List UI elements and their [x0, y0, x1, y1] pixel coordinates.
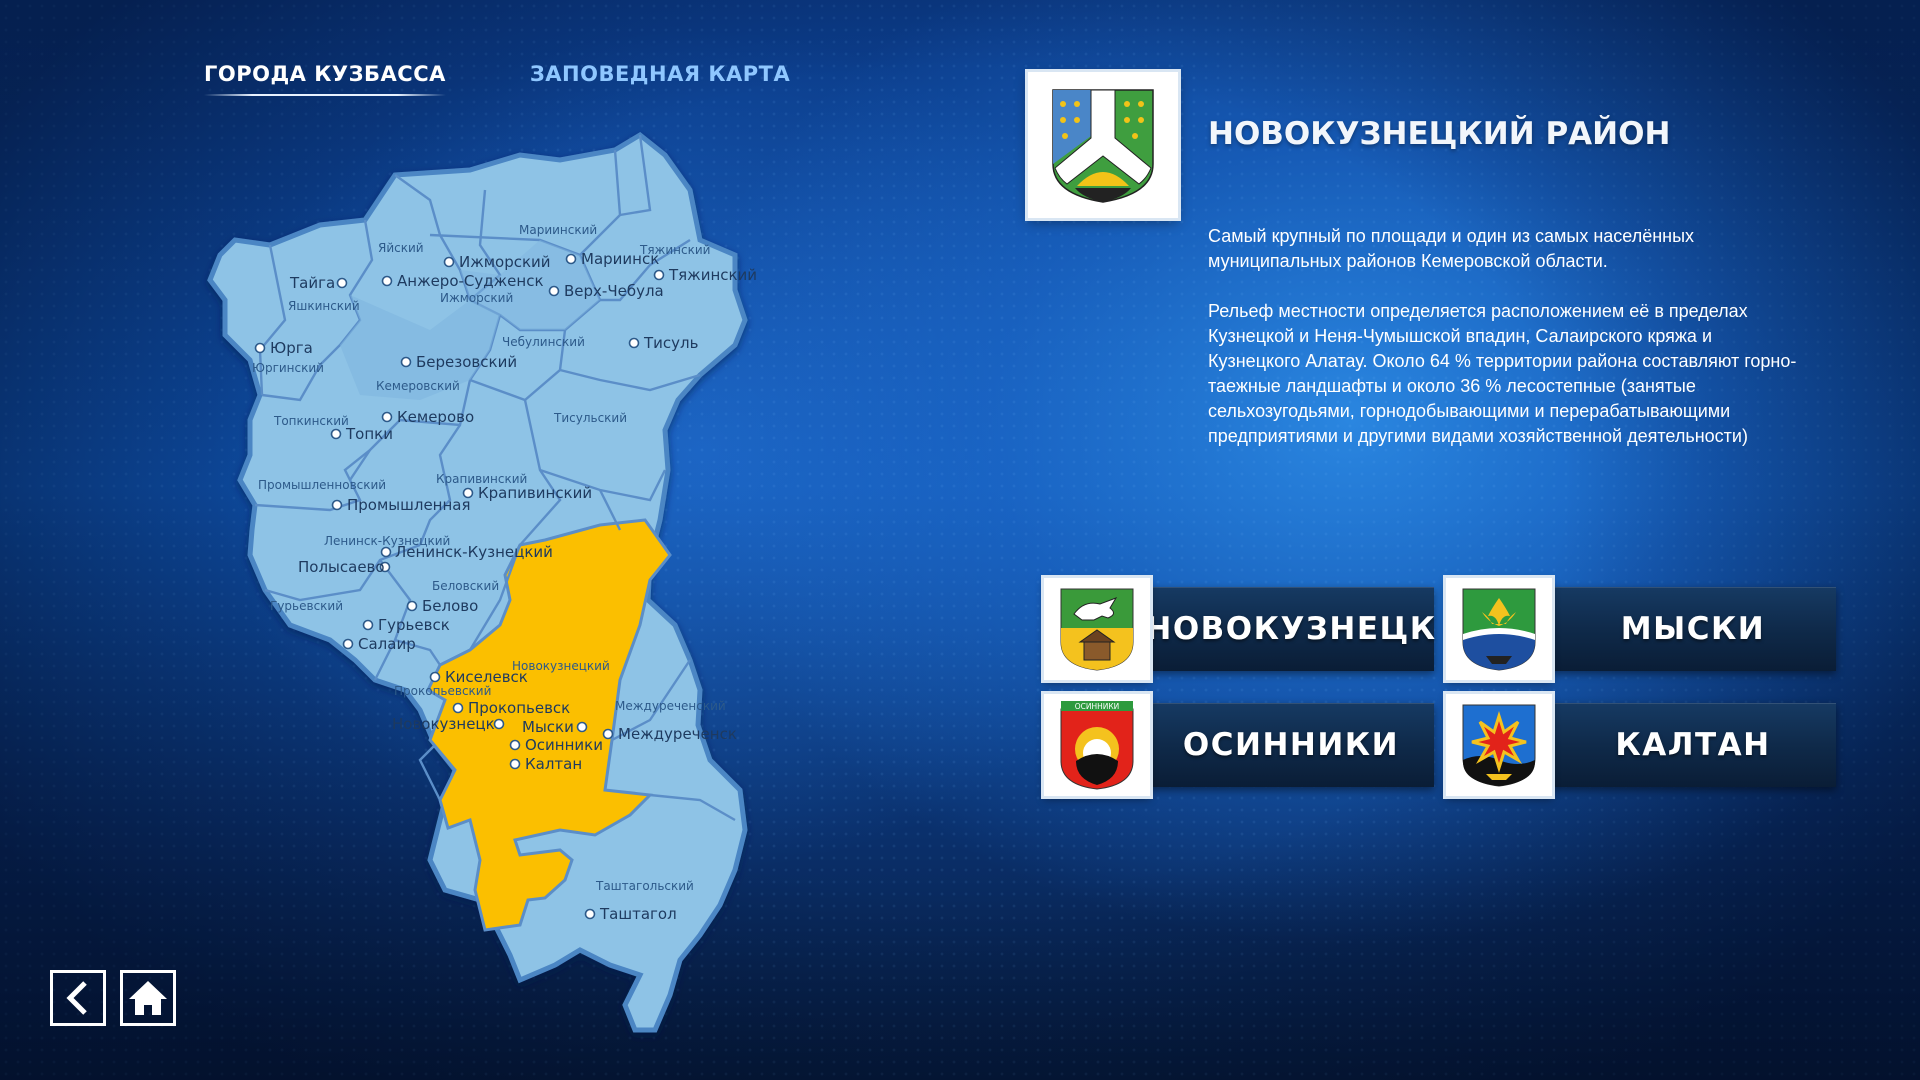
home-button[interactable]	[120, 970, 176, 1026]
city-label-kaltan[interactable]: Калтан	[525, 755, 582, 773]
city-dot-guryevsk[interactable]	[362, 619, 374, 631]
city-dot-kaltan[interactable]	[509, 758, 521, 770]
kuzbass-map: Яйский Мариинский Тяжинский Яшкинский Иж…	[0, 0, 1920, 1080]
district-label-prokopyevsky: Прокопьевский	[394, 684, 491, 698]
city-dot-tashtagol[interactable]	[584, 908, 596, 920]
city-label-promyshlennaya[interactable]: Промышленная	[347, 496, 471, 514]
city-dot-kiselevsk[interactable]	[429, 671, 441, 683]
city-crest	[1446, 578, 1552, 680]
city-dot-osinniki[interactable]	[509, 739, 521, 751]
kaltan-crest-icon	[1462, 704, 1536, 787]
city-dot-verkh-chebula[interactable]	[548, 285, 560, 297]
city-dot-tayga[interactable]	[336, 277, 348, 289]
city-dot-salair[interactable]	[342, 638, 354, 650]
city-label-kemerovo[interactable]: Кемерово	[397, 408, 474, 426]
novokuznetsky-district-crest-icon	[1052, 89, 1154, 203]
city-name: КАЛТАН	[1550, 703, 1836, 787]
city-name: МЫСКИ	[1550, 587, 1836, 671]
city-button-osinniki[interactable]: ОСИННИКИ ОСИННИКИ	[1044, 694, 1434, 796]
city-label-krapivinsky[interactable]: Крапивинский	[478, 484, 592, 502]
district-coat-of-arms	[1028, 72, 1178, 218]
city-dot-mariinsk[interactable]	[565, 253, 577, 265]
city-button-kaltan[interactable]: КАЛТАН	[1446, 694, 1836, 796]
osinniki-crest-icon: ОСИННИКИ	[1060, 701, 1134, 790]
district-label-yaysky: Яйский	[378, 241, 424, 255]
home-icon	[129, 981, 167, 1015]
city-dot-mezhdurechensk[interactable]	[602, 728, 614, 740]
novokuznetsk-crest-icon	[1060, 588, 1134, 671]
district-label-yashkinsky: Яшкинский	[288, 299, 360, 313]
city-dot-tyazhinsky[interactable]	[653, 269, 665, 281]
myski-crest-icon	[1462, 588, 1536, 671]
city-label-yurga[interactable]: Юрга	[270, 339, 313, 357]
city-label-leninsk-kuznetsky[interactable]: Ленинск-Кузнецкий	[395, 543, 553, 561]
city-label-myski[interactable]: Мыски	[522, 718, 574, 736]
district-label-tashtagolsky: Таштагольский	[595, 879, 694, 893]
city-dot-tisul[interactable]	[628, 337, 640, 349]
district-title: НОВОКУЗНЕЦКИЙ РАЙОН	[1208, 116, 1671, 152]
district-label-topkinsky: Топкинский	[273, 414, 349, 428]
city-button-novokuznetsk[interactable]: НОВОКУЗНЕЦК	[1044, 578, 1435, 680]
city-label-mezhdurechensk[interactable]: Междуреченск	[618, 725, 737, 743]
city-name: ОСИННИКИ	[1148, 703, 1434, 787]
city-dot-izhmorsky[interactable]	[443, 256, 455, 268]
city-crest	[1446, 694, 1552, 796]
city-crest	[1044, 578, 1150, 680]
city-dot-topki[interactable]	[330, 428, 342, 440]
city-dot-promyshlennaya[interactable]	[331, 499, 343, 511]
district-description: Самый крупный по площади и один из самых…	[1208, 224, 1808, 474]
city-crest: ОСИННИКИ	[1044, 694, 1150, 796]
city-name: НОВОКУЗНЕЦК	[1145, 587, 1435, 671]
city-label-tashtagol[interactable]: Таштагол	[599, 905, 677, 923]
city-label-guryevsk[interactable]: Гурьевск	[378, 616, 450, 634]
district-label-chebulinsky: Чебулинский	[502, 335, 585, 349]
osinniki-crest-text: ОСИННИКИ	[1075, 702, 1120, 711]
district-label-mariinsky: Мариинский	[519, 223, 597, 237]
city-label-salair[interactable]: Салаир	[358, 635, 416, 653]
district-label-belovsky: Беловский	[432, 579, 499, 593]
description-paragraph: Рельеф местности определяется расположен…	[1208, 301, 1797, 446]
city-label-verkh-chebula[interactable]: Верх-Чебула	[564, 282, 664, 300]
city-label-kiselevsk[interactable]: Киселевск	[445, 668, 528, 686]
city-dot-leninsk-kuznetsky[interactable]	[380, 546, 392, 558]
city-label-novokuznetsk[interactable]: Новокузнецк	[392, 715, 495, 733]
city-dot-belovo[interactable]	[406, 600, 418, 612]
district-label-promyshlennovsky: Промышленновский	[258, 478, 386, 492]
city-label-mariinsk[interactable]: Мариинск	[581, 250, 659, 268]
district-label-guryevsky: Гурьевский	[270, 599, 343, 613]
city-label-belovo[interactable]: Белово	[422, 597, 478, 615]
city-label-topki[interactable]: Топки	[345, 425, 393, 443]
city-label-izhmorsky[interactable]: Ижморский	[459, 253, 551, 271]
city-label-polysaevo[interactable]: Полысаево	[298, 558, 385, 576]
city-label-tisul[interactable]: Тисуль	[643, 334, 698, 352]
city-dot-yurga[interactable]	[254, 342, 266, 354]
district-label-izhmorsky: Ижморский	[440, 291, 513, 305]
city-label-tayga[interactable]: Тайга	[289, 274, 335, 292]
city-label-berezovsky[interactable]: Березовский	[416, 353, 517, 371]
description-paragraph: Самый крупный по площади и один из самых…	[1208, 226, 1695, 271]
city-label-anzhero-sudzhensk[interactable]: Анжеро-Судженск	[397, 272, 544, 290]
back-button[interactable]	[50, 970, 106, 1026]
district-label-yurginsky: Юргинский	[252, 361, 324, 375]
map-svg: Яйский Мариинский Тяжинский Яшкинский Иж…	[207, 131, 757, 1033]
city-dot-anzhero-sudzhensk[interactable]	[381, 275, 393, 287]
city-dot-myski[interactable]	[576, 721, 588, 733]
district-label-kemerovsky: Кемеровский	[376, 379, 460, 393]
city-button-myski[interactable]: МЫСКИ	[1446, 578, 1836, 680]
city-dot-novokuznetsk[interactable]	[493, 718, 505, 730]
city-label-tyazhinsky[interactable]: Тяжинский	[668, 266, 757, 284]
district-label-tisulsky: Тисульский	[553, 411, 627, 425]
city-dot-berezovsky[interactable]	[400, 356, 412, 368]
city-dot-prokopyevsk[interactable]	[452, 702, 464, 714]
chevron-left-icon	[66, 981, 87, 1015]
city-label-osinniki[interactable]: Осинники	[525, 736, 603, 754]
city-dot-kemerovo[interactable]	[381, 411, 393, 423]
district-label-mezhdurechensky: Междуреченский	[615, 699, 726, 713]
